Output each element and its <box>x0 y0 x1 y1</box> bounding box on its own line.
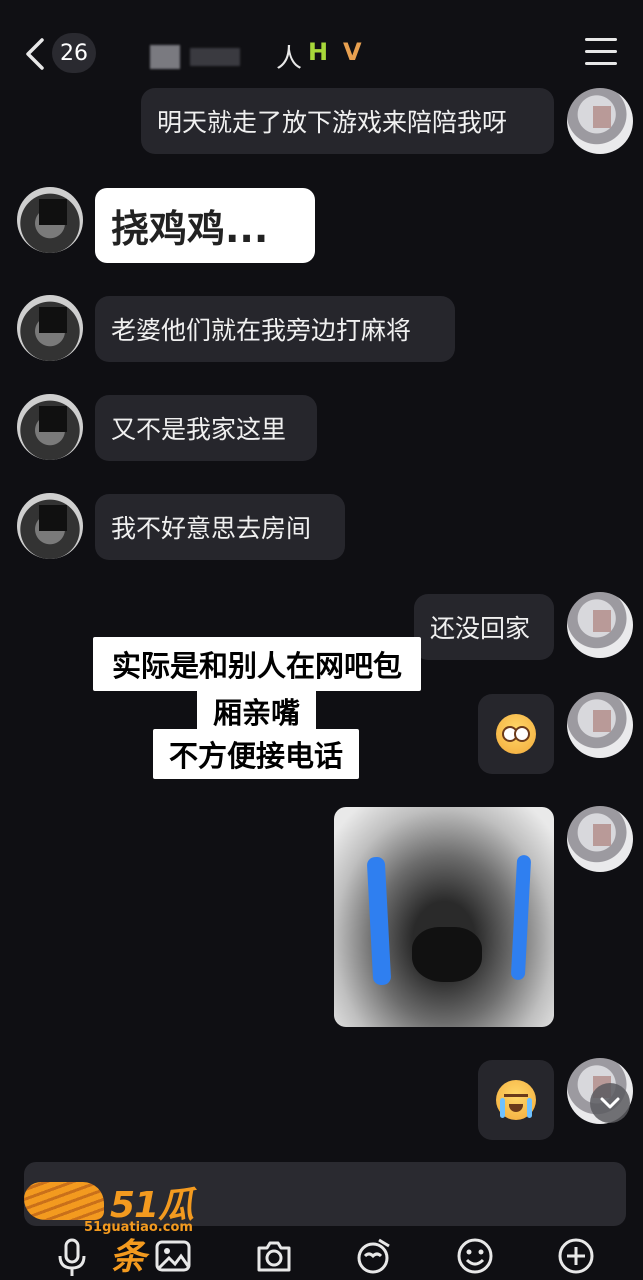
my-avatar[interactable] <box>567 88 633 154</box>
emoji-message-bubble[interactable] <box>478 1060 554 1140</box>
blurred-name-block <box>190 48 240 66</box>
image-icon[interactable] <box>153 1236 193 1276</box>
title-emoji-v: V <box>343 38 362 66</box>
watermark-fish-icon <box>24 1182 104 1220</box>
contact-avatar[interactable] <box>17 295 83 361</box>
my-avatar[interactable] <box>567 806 633 872</box>
message-bubble-received[interactable]: 挠鸡鸡... <box>95 188 315 263</box>
message-bubble-sent[interactable]: 明天就走了放下游戏来陪陪我呀 <box>141 88 554 154</box>
crying-cat-image[interactable] <box>334 807 554 1027</box>
menu-icon[interactable] <box>585 38 617 66</box>
annotation-line: 实际是和别人在网吧包 <box>93 637 421 691</box>
microphone-icon[interactable] <box>52 1236 92 1276</box>
plus-icon[interactable] <box>556 1236 596 1276</box>
message-bubble-received[interactable]: 我不好意思去房间 <box>95 494 345 560</box>
watermark-site: 51guatiao.com <box>84 1220 193 1235</box>
chevron-down-icon <box>600 1097 620 1109</box>
watermark-logo: 51瓜条 51guatiao.com <box>24 1176 224 1278</box>
camera-icon[interactable] <box>254 1236 294 1276</box>
scroll-down-button[interactable] <box>590 1083 630 1123</box>
contact-avatar[interactable] <box>17 493 83 559</box>
annotation-line: 厢亲嘴 <box>197 689 316 733</box>
crying-face-icon <box>496 1080 536 1120</box>
title-emoji-h: H <box>308 38 329 66</box>
bottom-toolbar <box>0 1236 643 1280</box>
top-bar: 26 人 H V <box>0 0 643 90</box>
my-avatar[interactable] <box>567 692 633 758</box>
annotation-line: 不方便接电话 <box>153 729 359 779</box>
message-bubble-received[interactable]: 老婆他们就在我旁边打麻将 <box>95 296 455 362</box>
pleading-face-icon <box>496 714 536 754</box>
unread-count-badge[interactable]: 26 <box>52 33 96 73</box>
blurred-name-block <box>150 45 180 69</box>
sticker-icon[interactable] <box>353 1236 393 1276</box>
chat-title: 人 <box>276 44 303 74</box>
emoji-message-bubble[interactable] <box>478 694 554 774</box>
message-bubble-sent[interactable]: 还没回家 <box>414 594 554 660</box>
contact-avatar[interactable] <box>17 394 83 460</box>
emoji-icon[interactable] <box>455 1236 495 1276</box>
contact-avatar[interactable] <box>17 187 83 253</box>
my-avatar[interactable] <box>567 592 633 658</box>
message-bubble-received[interactable]: 又不是我家这里 <box>95 395 317 461</box>
